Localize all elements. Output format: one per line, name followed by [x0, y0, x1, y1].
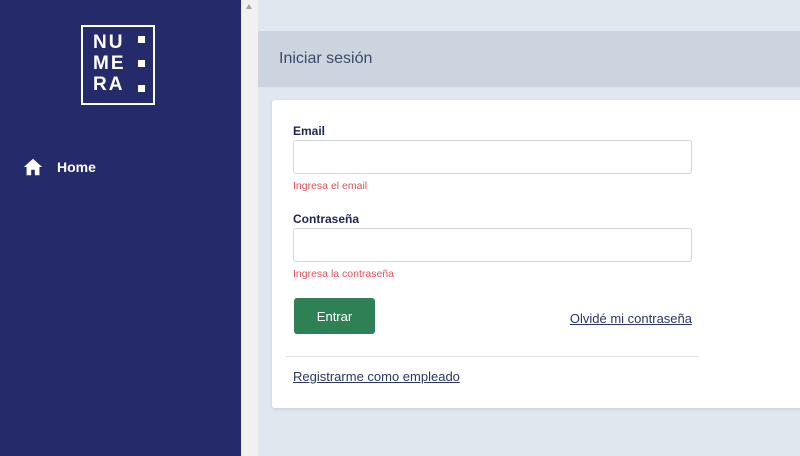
- numera-logo[interactable]: NU ME RA: [81, 25, 155, 105]
- page-title: Iniciar sesión: [279, 50, 373, 67]
- app: NU ME RA Home Iniciar sesión Email Ingre…: [0, 0, 800, 456]
- password-error-message: Ingresa la contraseña: [293, 268, 394, 280]
- login-submit-button[interactable]: Entrar: [294, 298, 375, 334]
- login-card: Email Ingresa el email Contraseña Ingres…: [272, 100, 800, 408]
- sidebar-scrollbar[interactable]: [241, 0, 258, 456]
- sidebar-item-home[interactable]: Home: [22, 154, 222, 180]
- email-field[interactable]: [293, 140, 692, 174]
- register-employee-link[interactable]: Registrarme como empleado: [293, 369, 460, 384]
- password-label: Contraseña: [293, 212, 360, 226]
- home-icon: [23, 158, 43, 176]
- logo-dot: [138, 85, 145, 92]
- logo-dot: [138, 36, 145, 43]
- forgot-password-link[interactable]: Olvidé mi contraseña: [570, 311, 692, 326]
- divider: [286, 356, 699, 357]
- logo-dot: [138, 60, 145, 67]
- scroll-up-arrow-icon[interactable]: [246, 4, 252, 9]
- email-label: Email: [293, 124, 326, 138]
- password-field[interactable]: [293, 228, 692, 262]
- email-error-message: Ingresa el email: [293, 180, 368, 192]
- sidebar-item-label: Home: [57, 159, 96, 175]
- sidebar: NU ME RA Home: [0, 0, 241, 456]
- page-header: Iniciar sesión: [258, 31, 800, 87]
